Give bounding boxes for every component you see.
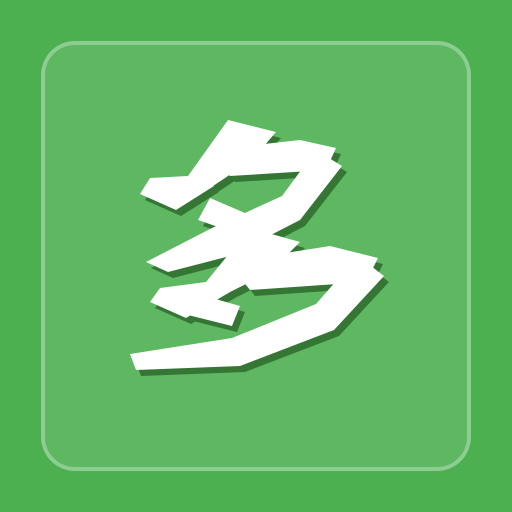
duo-character-glyph bbox=[130, 120, 389, 376]
glyph-face bbox=[130, 120, 384, 370]
app-icon: 多 bbox=[0, 0, 512, 512]
